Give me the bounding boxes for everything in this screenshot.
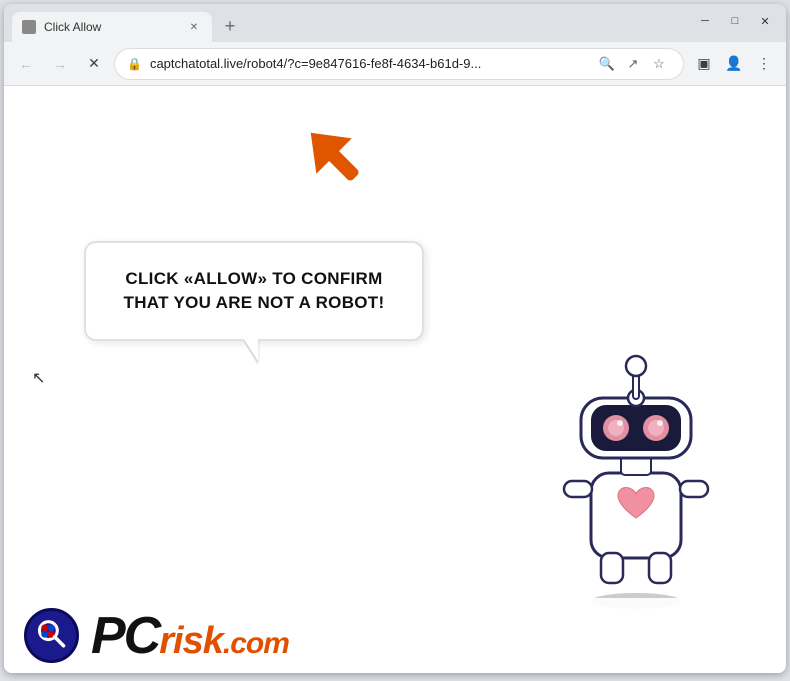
- back-button[interactable]: ←: [12, 50, 40, 78]
- tab-close-button[interactable]: ✕: [186, 19, 202, 35]
- speech-bubble: CLICK «ALLOW» TO CONFIRM THAT YOU ARE NO…: [84, 241, 424, 341]
- maximize-button[interactable]: □: [722, 10, 748, 32]
- address-bar[interactable]: 🔒 captchatotal.live/robot4/?c=9e847616-f…: [114, 48, 684, 80]
- extensions-icon[interactable]: ▣: [690, 50, 718, 78]
- tab-title: Click Allow: [44, 20, 101, 34]
- page-content: CLICK «ALLOW» TO CONFIRM THAT YOU ARE NO…: [4, 86, 786, 673]
- window-controls: ─ □ ✕: [692, 10, 778, 36]
- minimize-button[interactable]: ─: [692, 10, 718, 32]
- search-icon[interactable]: 🔍: [595, 52, 619, 76]
- active-tab[interactable]: Click Allow ✕: [12, 12, 212, 42]
- pcrisk-watermark: PCrisk.com: [4, 598, 786, 673]
- pcrisk-logo: [24, 608, 79, 663]
- close-button[interactable]: ✕: [752, 10, 778, 32]
- bookmark-icon[interactable]: ☆: [647, 52, 671, 76]
- reload-button[interactable]: ✕: [80, 50, 108, 78]
- new-tab-button[interactable]: +: [216, 12, 244, 40]
- title-bar: Click Allow ✕ + ─ □ ✕: [4, 4, 786, 42]
- pcrisk-brand-text: PCrisk.com: [91, 606, 289, 666]
- share-icon[interactable]: ↗: [621, 52, 645, 76]
- tab-bar: Click Allow ✕ +: [12, 4, 692, 42]
- url-text: captchatotal.live/robot4/?c=9e847616-fe8…: [150, 56, 587, 71]
- mouse-cursor: ↖: [32, 368, 45, 388]
- profile-icon[interactable]: 👤: [720, 50, 748, 78]
- navigation-bar: ← → ✕ 🔒 captchatotal.live/robot4/?c=9e84…: [4, 42, 786, 86]
- tab-favicon: [22, 20, 36, 34]
- lock-icon: 🔒: [127, 57, 142, 71]
- bubble-message: CLICK «ALLOW» TO CONFIRM THAT YOU ARE NO…: [118, 267, 390, 315]
- toolbar-right: ▣ 👤 ⋮: [690, 50, 778, 78]
- robot-character: [536, 333, 736, 613]
- forward-button[interactable]: →: [46, 50, 74, 78]
- menu-icon[interactable]: ⋮: [750, 50, 778, 78]
- browser-window: Click Allow ✕ + ─ □ ✕ ← → ✕ 🔒 captchatot…: [4, 4, 786, 673]
- address-actions: 🔍 ↗ ☆: [595, 52, 671, 76]
